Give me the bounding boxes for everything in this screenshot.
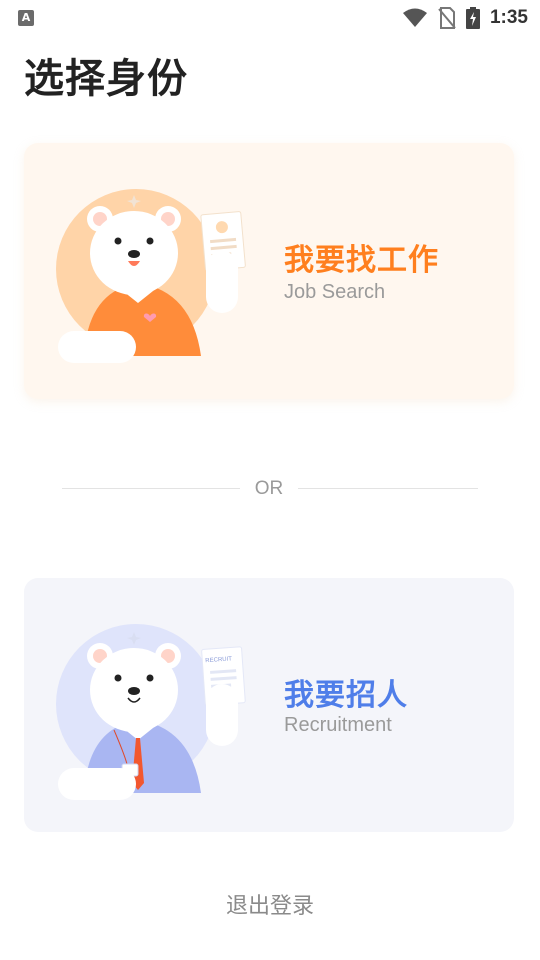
status-bar: A 1:35: [0, 0, 540, 36]
or-separator: OR: [254, 478, 284, 499]
recruiter-bear-illustration: RECRUIT: [56, 624, 246, 800]
job-seeker-bear-illustration: [56, 189, 246, 363]
logout-button[interactable]: 退出登录: [0, 888, 540, 920]
recruitment-title: 我要招人: [284, 678, 408, 713]
job-search-card[interactable]: 我要找工作 Job Search: [24, 143, 514, 399]
divider-left: [62, 488, 240, 489]
recruitment-card[interactable]: RECRUIT 我要招人 Recruitment: [24, 578, 514, 832]
no-sim-icon: [438, 7, 456, 29]
divider-right: [298, 488, 478, 489]
battery-charging-icon: [465, 7, 480, 29]
app-notification-icon: A: [18, 10, 34, 26]
job-search-title: 我要找工作: [284, 243, 439, 278]
recruitment-subtitle: Recruitment: [284, 714, 392, 736]
clock: 1:35: [489, 7, 528, 28]
job-search-subtitle: Job Search: [284, 281, 386, 303]
wifi-icon: [402, 8, 427, 27]
page-title: 选择身份: [24, 56, 188, 102]
status-icons: 1:35: [402, 6, 528, 30]
